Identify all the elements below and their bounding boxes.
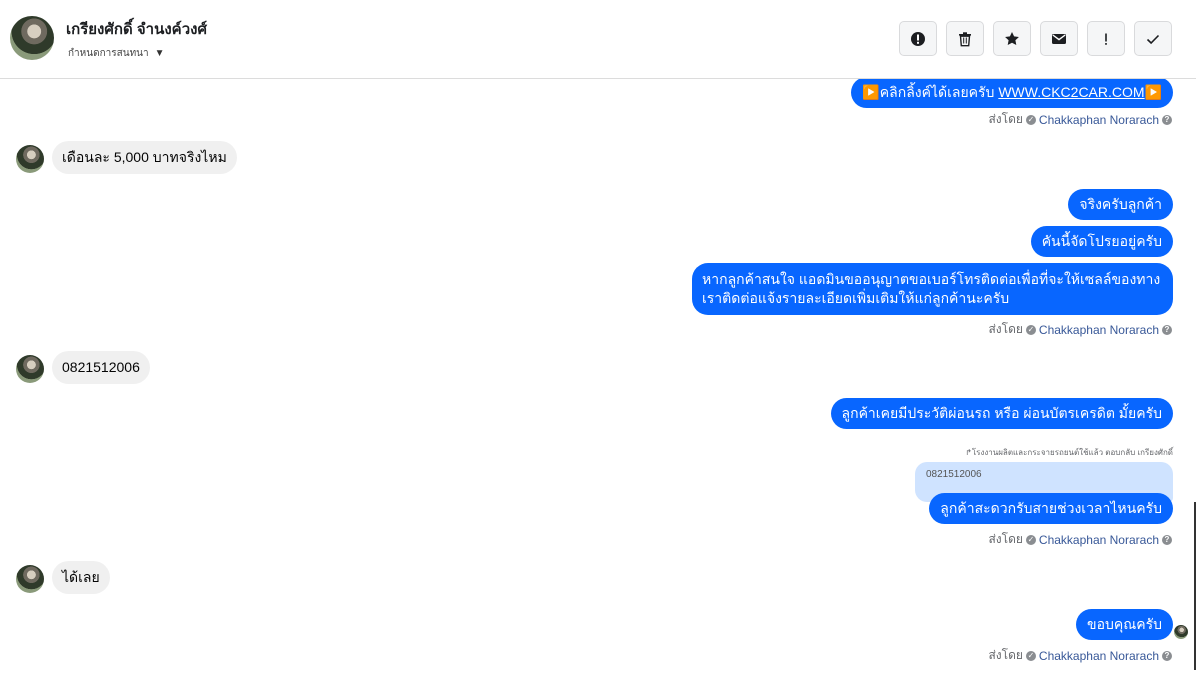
verified-icon: ✓ — [1025, 114, 1036, 125]
mail-icon — [1052, 33, 1066, 44]
agent-name[interactable]: Chakkaphan Norarach — [1039, 323, 1159, 337]
conversation-header: เกรียงศักดิ์ จำนงค์วงศ์ กำหนดการสนทนา ▼ — [0, 0, 1196, 79]
mail-button[interactable] — [1040, 21, 1078, 56]
sent-by-line: ส่งโดย ✓ Chakkaphan Norarach ? — [988, 320, 1172, 339]
contact-avatar-small[interactable] — [16, 355, 44, 383]
help-icon[interactable]: ? — [1162, 650, 1172, 661]
conversation-toolbar — [899, 21, 1172, 56]
sent-by-label: ส่งโดย — [988, 322, 1023, 336]
important-button[interactable] — [1087, 21, 1125, 56]
contact-avatar[interactable] — [10, 16, 54, 60]
delete-button[interactable] — [946, 21, 984, 56]
agent-name[interactable]: Chakkaphan Norarach — [1039, 533, 1159, 547]
help-icon[interactable]: ? — [1162, 114, 1172, 125]
contact-name[interactable]: เกรียงศักดิ์ จำนงค์วงศ์ — [66, 17, 207, 41]
contact-avatar-small[interactable] — [16, 145, 44, 173]
exclamation-icon — [1105, 33, 1107, 45]
website-link[interactable]: WWW.CKC2CAR.COM — [998, 84, 1144, 100]
assign-conversation-dropdown[interactable]: กำหนดการสนทนา ▼ — [68, 46, 165, 61]
help-icon[interactable]: ? — [1162, 534, 1172, 545]
sent-by-label: ส่งโดย — [988, 112, 1023, 126]
outgoing-message: คันนี้จัดโปรยอยู่ครับ — [1030, 226, 1173, 257]
done-button[interactable] — [1134, 21, 1172, 56]
incoming-message: เดือนละ 5,000 บาทจริงไหม — [52, 141, 237, 174]
incoming-message: 0821512006 — [52, 351, 150, 384]
incoming-message: ได้เลย — [52, 561, 110, 594]
agent-name[interactable]: Chakkaphan Norarach — [1039, 113, 1159, 127]
sent-by-line: ส่งโดย ✓ Chakkaphan Norarach ? — [988, 110, 1172, 129]
reply-context: ↱โรงงานผลิตและกระจายรถยนต์ใช้แล้ว ตอบกลั… — [965, 448, 1173, 457]
help-icon[interactable]: ? — [1162, 324, 1172, 335]
outgoing-message: ลูกค้าเคยมีประวัติผ่อนรถ หรือ ผ่อนบัตรเค… — [830, 398, 1173, 429]
message-thread[interactable]: ▶️คลิกลิ้งค์ได้เลยครับ WWW.CKC2CAR.COM▶️… — [0, 79, 1196, 693]
check-icon — [1146, 34, 1160, 44]
verified-icon: ✓ — [1025, 650, 1036, 661]
verified-icon: ✓ — [1025, 534, 1036, 545]
seen-avatar — [1174, 625, 1188, 639]
outgoing-message: ▶️คลิกลิ้งค์ได้เลยครับ WWW.CKC2CAR.COM▶️ — [851, 79, 1173, 108]
caret-down-icon: ▼ — [154, 48, 165, 59]
report-button[interactable] — [899, 21, 937, 56]
sent-by-line: ส่งโดย ✓ Chakkaphan Norarach ? — [988, 646, 1172, 665]
sent-by-label: ส่งโดย — [988, 648, 1023, 662]
outgoing-message: หากลูกค้าสนใจ แอดมินขออนุญาตขอเบอร์โทรติ… — [692, 263, 1173, 315]
alert-circle-icon — [911, 31, 925, 46]
star-icon — [1005, 31, 1019, 45]
sent-by-line: ส่งโดย ✓ Chakkaphan Norarach ? — [988, 530, 1172, 549]
outgoing-message: จริงครับลูกค้า — [1068, 189, 1173, 220]
verified-icon: ✓ — [1025, 324, 1036, 335]
play-emoji: ▶️ — [1144, 84, 1162, 100]
star-button[interactable] — [993, 21, 1031, 56]
sent-by-label: ส่งโดย — [988, 532, 1023, 546]
contact-avatar-small[interactable] — [16, 565, 44, 593]
outgoing-message: ขอบคุณครับ — [1076, 609, 1173, 640]
outgoing-message: ลูกค้าสะดวกรับสายช่วงเวลาไหนครับ — [929, 493, 1173, 524]
assign-label: กำหนดการสนทนา — [68, 48, 149, 59]
agent-name[interactable]: Chakkaphan Norarach — [1039, 649, 1159, 663]
message-text: ▶️คลิกลิ้งค์ได้เลยครับ — [862, 84, 999, 100]
trash-icon — [959, 31, 971, 46]
